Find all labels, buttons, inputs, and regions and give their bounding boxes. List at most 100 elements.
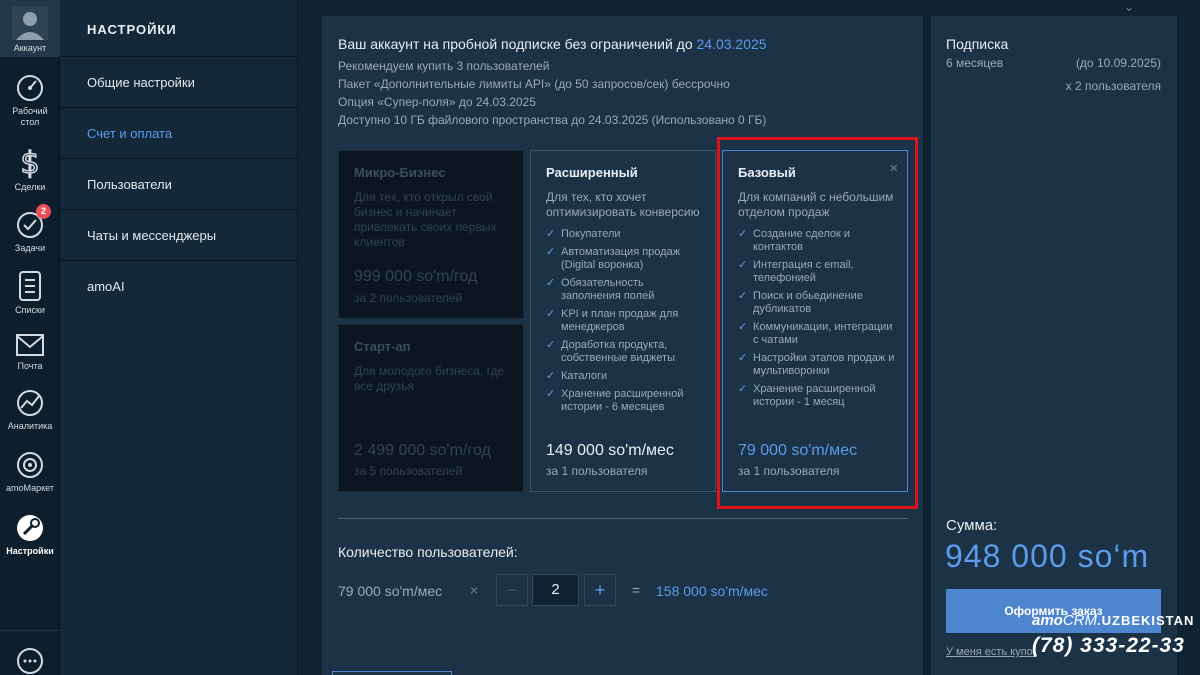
watermark-logo: amoCRM.UZBEKISTAN bbox=[1032, 612, 1194, 629]
chat-bubble-icon bbox=[17, 648, 43, 674]
coupon-link[interactable]: У меня есть купон bbox=[946, 646, 1036, 658]
rail-tasks[interactable]: 2 Задачи bbox=[0, 204, 60, 254]
plan-startup-price: 2 499 000 so'm/год bbox=[354, 442, 491, 459]
users-quantity-label: Количество пользователей: bbox=[338, 544, 518, 560]
menu-item-billing[interactable]: Счет и оплата bbox=[60, 108, 297, 159]
watermark-crm: CRM bbox=[1062, 612, 1098, 629]
menu-item-chats[interactable]: Чаты и мессенджеры bbox=[60, 210, 297, 261]
wrench-icon bbox=[17, 515, 43, 541]
list-icon bbox=[19, 271, 41, 301]
header-line-recommend: Рекомендуем купить 3 пользователей bbox=[338, 59, 550, 73]
plan-startup-per: за 5 пользователей bbox=[354, 464, 463, 478]
feature-item: ✓ Автоматизация продаж (Digital воронка) bbox=[546, 246, 681, 271]
subscription-status-text: Ваш аккаунт на пробной подписке без огра… bbox=[338, 36, 693, 52]
check-icon: ✓ bbox=[546, 277, 556, 289]
billing-panel: Ваш аккаунт на пробной подписке без огра… bbox=[322, 16, 923, 675]
plan-startup-title: Старт-ап bbox=[354, 339, 411, 354]
plan-startup-desc: Для молодого бизнеса, где все друзья bbox=[354, 364, 505, 393]
rail-settings-label: Настройки bbox=[6, 546, 54, 556]
plan-extended-price: 149 000 so'm/мес bbox=[546, 442, 674, 459]
rail-deals-label: Сделки bbox=[14, 182, 46, 192]
bottom-button-edge[interactable] bbox=[332, 671, 452, 675]
analytics-icon bbox=[17, 390, 43, 416]
svg-text:$: $ bbox=[20, 146, 39, 179]
check-icon: ✓ bbox=[546, 339, 556, 351]
rail-mail[interactable]: Почта bbox=[0, 332, 60, 372]
dollar-icon: $ bbox=[20, 145, 41, 179]
sum-label: Сумма: bbox=[946, 517, 998, 534]
watermark-amo: amo bbox=[1032, 612, 1063, 629]
avatar-icon bbox=[12, 6, 48, 40]
menu-item-amoai[interactable]: amoAI bbox=[60, 261, 297, 312]
users-quantity-row: 79 000 so'm/мес × − 2 + = 158 000 so'm/м… bbox=[338, 574, 908, 606]
feature-item: ✓ Обязательность заполнения полей bbox=[546, 277, 655, 302]
plan-micro-desc: Для тех, кто открыл свой бизнес и начина… bbox=[354, 190, 497, 249]
subscription-status-date: 24.03.2025 bbox=[696, 36, 767, 52]
settings-menu-title: НАСТРОЙКИ bbox=[60, 0, 297, 57]
rail-market[interactable]: amoМаркет bbox=[0, 450, 60, 494]
subscription-status-title: Ваш аккаунт на пробной подписке без огра… bbox=[338, 36, 767, 52]
menu-item-users[interactable]: Пользователи bbox=[60, 159, 297, 210]
plan-extended-per: за 1 пользователя bbox=[546, 464, 648, 478]
decrement-button[interactable]: − bbox=[496, 574, 528, 606]
rail-mail-label: Почта bbox=[17, 361, 43, 371]
feature-item: ✓ KPI и план продаж для менеджеров bbox=[546, 308, 679, 333]
multiply-sign: × bbox=[470, 582, 479, 598]
rail-market-label: amoМаркет bbox=[6, 483, 54, 493]
highlight-frame bbox=[717, 137, 918, 509]
sum-value: 948 000 so‘m bbox=[945, 538, 1150, 574]
summary-until: (до 10.09.2025) bbox=[1075, 56, 1161, 70]
feature-item: ✓ Покупатели bbox=[546, 228, 621, 240]
rail-account[interactable]: Аккаунт bbox=[0, 0, 60, 57]
plan-extended-desc: Для тех, кто хочет оптимизировать конвер… bbox=[546, 190, 700, 219]
summary-period: 6 месяцев bbox=[946, 56, 1004, 70]
increment-button[interactable]: + bbox=[584, 574, 616, 606]
divider bbox=[338, 518, 908, 519]
rail-analytics-label: Аналитика bbox=[7, 421, 53, 431]
plan-micro-title: Микро-Бизнес bbox=[354, 165, 446, 180]
rail-deals[interactable]: $ Сделки bbox=[0, 145, 60, 193]
plan-micro-per: за 2 пользователей bbox=[354, 291, 463, 305]
check-icon: ✓ bbox=[546, 246, 556, 258]
rail-chat[interactable] bbox=[0, 630, 60, 675]
speedometer-icon bbox=[17, 75, 43, 101]
summary-title: Подписка bbox=[946, 36, 1009, 52]
settings-menu: НАСТРОЙКИ Общие настройки Счет и оплата … bbox=[60, 0, 298, 675]
order-summary: Подписка 6 месяцев (до 10.09.2025) x 2 п… bbox=[931, 16, 1177, 675]
rail-account-label: Аккаунт bbox=[13, 43, 47, 53]
market-icon bbox=[17, 452, 43, 478]
rail-lists-label: Списки bbox=[15, 305, 45, 315]
rail-analytics[interactable]: Аналитика bbox=[0, 388, 60, 432]
header-line-storage: Доступно 10 ГБ файлового пространства до… bbox=[338, 113, 767, 127]
users-quantity-input[interactable]: 2 bbox=[532, 574, 579, 606]
plan-extended-title: Расширенный bbox=[546, 165, 638, 180]
rail-tasks-label: Задачи bbox=[14, 243, 46, 253]
feature-item: ✓ Хранение расширенной истории - 6 месяце… bbox=[546, 388, 684, 413]
check-icon: ✓ bbox=[546, 228, 556, 240]
header-line-api: Пакет «Дополнительные лимиты API» (до 50… bbox=[338, 77, 730, 91]
rail-lists[interactable]: Списки bbox=[0, 270, 60, 316]
watermark-phone: (78) 333-22-33 bbox=[1032, 634, 1185, 657]
unit-price: 79 000 so'm/мес bbox=[338, 583, 443, 599]
quantity-total: 158 000 so'm/мес bbox=[656, 583, 768, 599]
left-nav-rail: Аккаунт Рабочий стол $ Сделки 2 Задачи Сп… bbox=[0, 0, 60, 675]
equals-sign: = bbox=[632, 582, 641, 598]
menu-item-general[interactable]: Общие настройки bbox=[60, 57, 297, 108]
plan-card-micro[interactable]: Микро-Бизнес Для тех, кто открыл свой би… bbox=[338, 150, 524, 319]
plan-card-startup[interactable]: Старт-ап Для молодого бизнеса, где все д… bbox=[338, 324, 524, 492]
tasks-badge: 2 bbox=[36, 204, 51, 219]
feature-item: ✓ Доработка продукта, собственные виджеты bbox=[546, 339, 675, 364]
summary-users: x 2 пользователя bbox=[1065, 79, 1161, 93]
plan-card-extended[interactable]: Расширенный Для тех, кто хочет оптимизир… bbox=[530, 150, 716, 492]
feature-item: ✓ Каталоги bbox=[546, 370, 608, 382]
header-line-superfields: Опция «Супер-поля» до 24.03.2025 bbox=[338, 95, 536, 109]
rail-dashboard[interactable]: Рабочий стол bbox=[0, 73, 60, 128]
check-icon: ✓ bbox=[546, 388, 556, 400]
envelope-icon bbox=[16, 334, 44, 356]
plan-extended-features: ✓ Покупатели ✓ Автоматизация продаж (Digit… bbox=[546, 228, 706, 419]
plan-micro-price: 999 000 so'm/год bbox=[354, 268, 478, 285]
chevron-down-icon[interactable]: ⌄ bbox=[1124, 0, 1134, 14]
rail-dashboard-label: Рабочий стол bbox=[12, 106, 48, 127]
watermark-country: .UZBEKISTAN bbox=[1097, 613, 1195, 628]
rail-settings[interactable]: Настройки bbox=[0, 513, 60, 557]
